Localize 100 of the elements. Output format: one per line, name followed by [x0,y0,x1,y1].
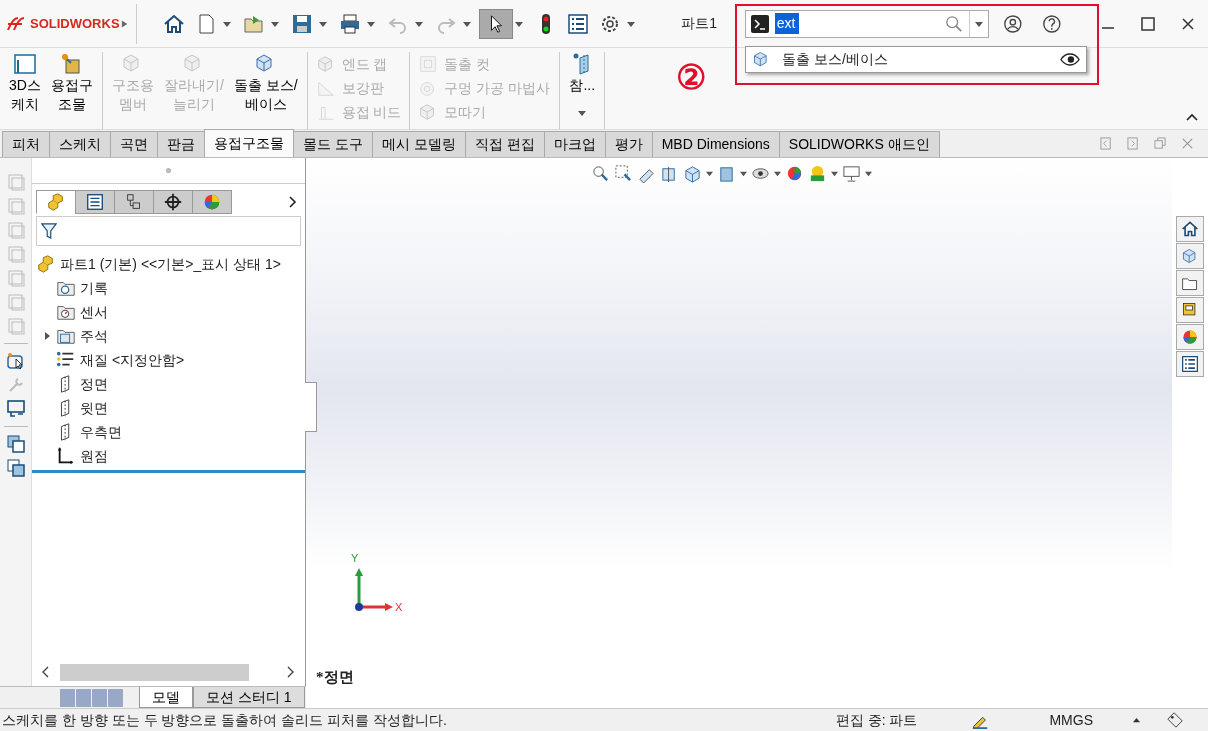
select-sketch-icon[interactable] [5,351,26,371]
tab[interactable]: 판금 [157,131,205,157]
caret-icon[interactable] [463,19,472,28]
part-icon [36,254,56,274]
caret-icon[interactable] [974,19,983,28]
tree-item[interactable]: 우측면 [80,420,122,444]
extruded-cut-icon [418,54,439,74]
tab[interactable]: 마크업 [543,131,606,157]
expand-arrow-icon[interactable] [121,18,129,29]
print-icon[interactable] [339,12,362,35]
caret-icon[interactable] [740,170,747,177]
axis-label: X [395,600,403,615]
caret-icon[interactable] [367,19,376,28]
task-pane-button[interactable] [1176,216,1204,242]
terminal-icon [750,14,769,33]
axis-label: Y [351,551,359,566]
panel-tab[interactable] [153,190,193,214]
tag-icon[interactable] [1166,711,1184,729]
save-icon[interactable] [291,12,314,35]
step-number: ② [676,60,706,94]
filter-field[interactable] [36,216,301,246]
view-name: *정면 [316,667,354,687]
help-icon[interactable] [1042,12,1062,35]
tree-item[interactable]: 센서 [80,300,108,324]
caret-icon[interactable] [271,19,280,28]
units-button[interactable]: MMGS [1049,709,1093,731]
ribbon-button[interactable]: 참... [566,52,599,129]
zoom-area-icon[interactable] [614,164,633,183]
tree-item[interactable]: 원점 [80,444,108,468]
close-icon[interactable] [1180,15,1196,32]
caret-icon[interactable] [319,19,328,28]
tree-item[interactable]: 기록 [80,276,108,300]
zoom-fit-icon[interactable] [591,164,610,183]
ribbon-button[interactable]: 돌출 보스/ 베이스 [230,52,301,129]
search-field[interactable]: ext [744,9,989,38]
tab[interactable]: 모션 스터디 1 [193,687,305,708]
task-pane-button[interactable] [1176,297,1204,323]
tree-item[interactable]: 파트1 (기본) <<기본>_표시 상태 1> [60,252,281,276]
panel-tab[interactable] [75,190,115,214]
tab[interactable]: 직접 편집 [464,131,545,157]
copy-layers-icon[interactable] [5,458,26,478]
tab[interactable]: 모델 [139,687,193,708]
tab[interactable]: 용접구조물 [204,129,294,157]
tab[interactable]: 피처 [2,131,50,157]
home-icon[interactable] [163,12,186,35]
ribbon-button[interactable]: 3D스 케치 [6,52,44,129]
tree-item[interactable]: 정면 [80,372,108,396]
copy-layers-icon[interactable] [5,434,26,454]
tab[interactable]: MBD Dimensions [651,131,780,157]
property-list-icon [85,192,105,212]
caret-icon[interactable] [415,19,424,28]
apply-scene-icon[interactable] [808,164,827,183]
tab[interactable]: 스케치 [49,131,111,157]
caret-icon [578,108,587,117]
tab[interactable]: SOLIDWORKS 애드인 [778,131,940,157]
feature-tree-icon [46,192,66,212]
eye-icon[interactable] [1060,53,1080,66]
caret-icon[interactable] [223,19,232,28]
tab[interactable]: 평가 [604,131,653,157]
tree-item[interactable]: 재질 <지정안함> [80,348,185,372]
panel-grip[interactable] [305,382,317,432]
search-icon[interactable] [944,14,963,33]
display-icon[interactable] [5,399,26,419]
tab[interactable]: 곡면 [110,131,158,157]
document-title: 파트1 [681,14,718,33]
view-orientation-icon[interactable] [683,164,702,183]
task-pane-button[interactable] [1176,270,1204,296]
scrollbar-thumb[interactable] [60,663,249,681]
caret-icon[interactable] [865,170,872,177]
maximize-icon[interactable] [1140,15,1156,32]
view-settings-icon[interactable] [842,164,861,183]
chevron-right-icon[interactable] [289,196,297,208]
logo-mark-icon [6,15,26,32]
tree-item[interactable]: 주석 [80,324,108,348]
scroll-left-icon[interactable] [42,666,50,678]
caret-up-icon[interactable] [1133,716,1140,724]
account-icon[interactable] [1002,12,1023,35]
caret-icon[interactable] [515,19,524,28]
expand-arrow-icon[interactable] [42,331,52,341]
collapse-icon[interactable] [1186,113,1198,121]
tab[interactable]: 메시 모델링 [371,131,466,157]
caret-icon[interactable] [627,19,636,28]
task-pane-button[interactable] [1176,351,1204,377]
select-button[interactable] [479,8,514,39]
tree-item[interactable]: 윗면 [80,396,108,420]
filter-icon [41,221,57,241]
caret-icon[interactable] [774,170,781,177]
dimension-target-icon [163,192,183,212]
splitter-handle-icon[interactable] [165,167,172,174]
caret-icon[interactable] [706,170,713,177]
ribbon-button[interactable]: 용접구 조물 [47,52,96,129]
task-pane-button[interactable] [1176,324,1204,350]
display-style-icon[interactable] [717,164,736,183]
panel-tab[interactable] [114,190,154,214]
tab[interactable]: 몰드 도구 [293,131,373,157]
edit-appearance-icon[interactable] [785,164,804,183]
appearance-icon [202,192,222,212]
scroll-right-icon[interactable] [287,666,295,678]
caret-icon[interactable] [831,170,838,177]
list-icon[interactable] [567,12,590,35]
